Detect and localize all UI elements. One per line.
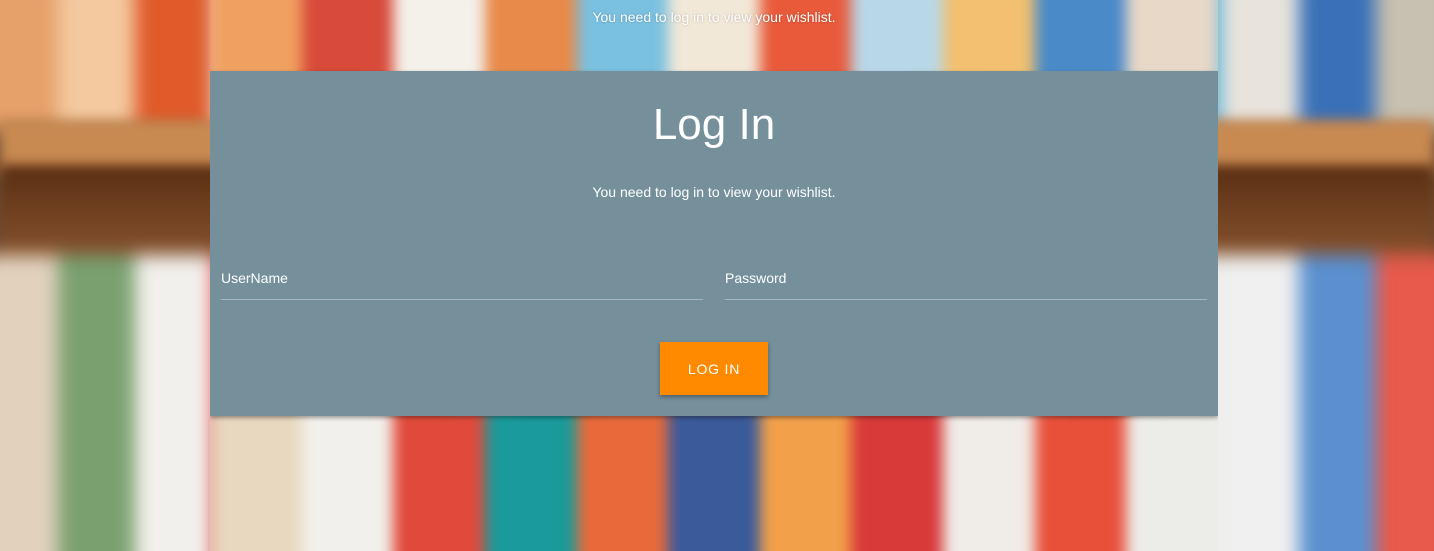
login-button[interactable]: LOG IN [660,342,768,395]
username-input[interactable] [221,255,703,297]
login-card-subtitle: You need to log in to view your wishlist… [592,184,836,200]
main-column: You need to log in to view your wishlist… [210,0,1218,551]
password-input[interactable] [725,255,1207,297]
username-field-container [221,255,703,300]
login-required-notice: You need to log in to view your wishlist… [592,9,836,25]
login-card: Log In You need to log in to view your w… [210,71,1218,416]
page-title: Log In [652,100,776,149]
password-field-container [725,255,1207,300]
